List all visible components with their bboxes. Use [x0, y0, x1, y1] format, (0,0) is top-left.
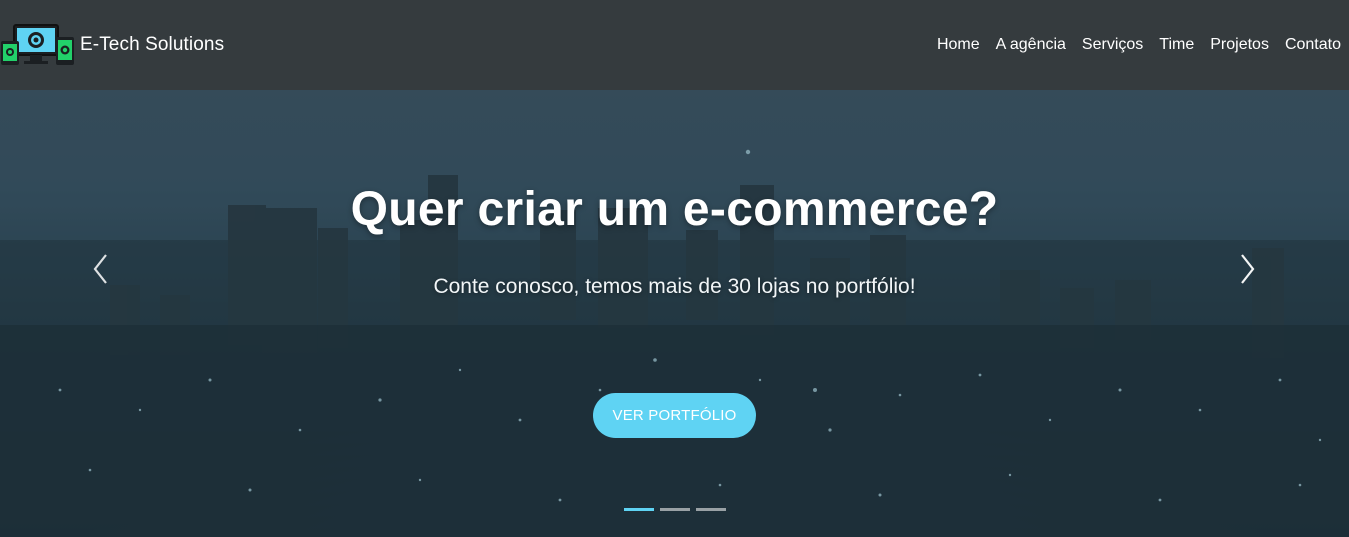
carousel-next-button[interactable] [1232, 252, 1262, 286]
nav-link-contato[interactable]: Contato [1285, 36, 1341, 54]
brand[interactable]: E-Tech Solutions [0, 0, 224, 90]
carousel-indicators [624, 508, 732, 511]
carousel-indicator-1[interactable] [624, 508, 654, 511]
brand-name: E-Tech Solutions [80, 34, 225, 55]
main-nav: Home A agência Serviços Time Projetos Co… [921, 36, 1349, 54]
carousel-prev-button[interactable] [86, 252, 116, 286]
devices-logo-icon [1, 24, 74, 65]
view-portfolio-button[interactable]: VER PORTFÓLIO [593, 393, 756, 438]
carousel-indicator-2[interactable] [660, 508, 690, 511]
nav-link-agencia[interactable]: A agência [996, 36, 1066, 54]
carousel-indicator-3[interactable] [696, 508, 726, 511]
chevron-left-icon [93, 254, 107, 284]
nav-link-time[interactable]: Time [1159, 36, 1194, 54]
hero-title: Quer criar um e-commerce? [350, 183, 999, 236]
chevron-right-icon [1241, 254, 1255, 284]
nav-link-home[interactable]: Home [937, 36, 980, 54]
nav-link-projetos[interactable]: Projetos [1210, 36, 1269, 54]
navbar: E-Tech Solutions Home A agência Serviços… [0, 0, 1349, 90]
hero-carousel: Quer criar um e-commerce? Conte conosco,… [0, 90, 1349, 537]
hero-subtitle: Conte conosco, temos mais de 30 lojas no… [433, 275, 916, 298]
hero-slide: Quer criar um e-commerce? Conte conosco,… [0, 90, 1349, 537]
nav-link-servicos[interactable]: Serviços [1082, 36, 1143, 54]
